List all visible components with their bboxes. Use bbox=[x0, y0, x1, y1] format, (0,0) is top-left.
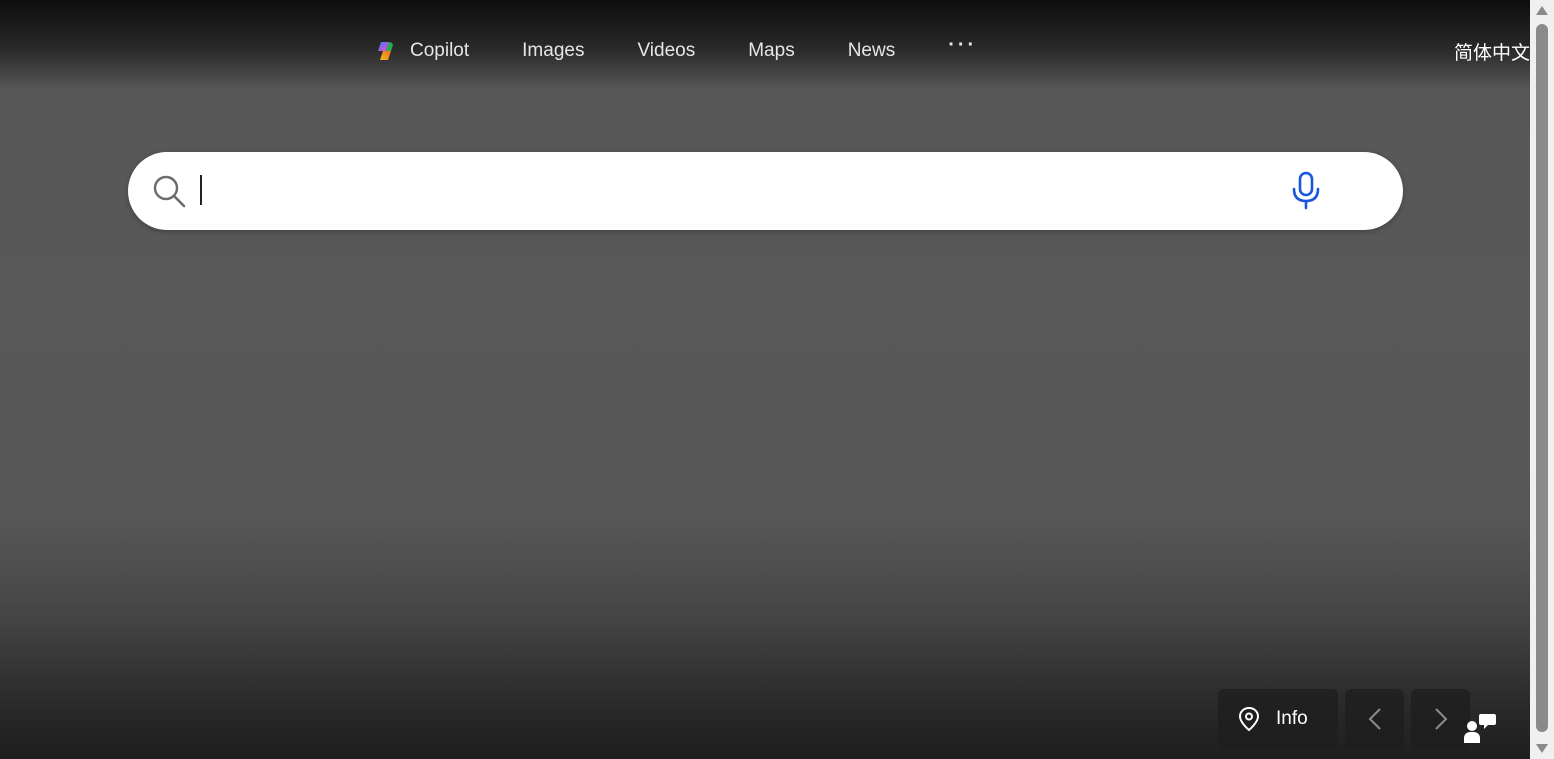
nav-videos-label: Videos bbox=[637, 40, 696, 61]
more-menu-button[interactable]: ··· bbox=[948, 34, 977, 57]
chevron-right-icon bbox=[1434, 708, 1447, 730]
vertical-scrollbar[interactable] bbox=[1530, 0, 1554, 759]
nav-copilot[interactable]: Copilot bbox=[374, 39, 469, 63]
next-image-button[interactable] bbox=[1411, 689, 1470, 749]
nav-maps[interactable]: Maps bbox=[748, 40, 794, 62]
feedback-icon[interactable] bbox=[1463, 712, 1497, 744]
nav-news[interactable]: News bbox=[848, 40, 896, 62]
location-pin-icon bbox=[1238, 706, 1260, 732]
top-nav: Copilot Images Videos Maps News ··· bbox=[374, 34, 977, 68]
scroll-up-arrow-icon[interactable] bbox=[1536, 6, 1548, 15]
nav-news-label: News bbox=[847, 40, 896, 61]
copilot-icon bbox=[378, 42, 393, 60]
search-box[interactable] bbox=[128, 152, 1403, 230]
nav-images[interactable]: Images bbox=[522, 40, 584, 62]
search-icon[interactable] bbox=[150, 172, 188, 210]
nav-maps-label: Maps bbox=[748, 40, 795, 61]
language-link[interactable]: 简体中文 bbox=[1454, 38, 1530, 65]
chevron-left-icon bbox=[1368, 708, 1381, 730]
nav-copilot-label: Copilot bbox=[410, 40, 470, 61]
info-button[interactable]: Info bbox=[1218, 689, 1338, 749]
scroll-down-arrow-icon[interactable] bbox=[1536, 744, 1548, 753]
scroll-thumb[interactable] bbox=[1536, 24, 1548, 732]
text-caret bbox=[200, 175, 202, 205]
search-input[interactable] bbox=[200, 171, 1284, 213]
previous-image-button[interactable] bbox=[1345, 689, 1404, 749]
background-image bbox=[0, 0, 1530, 759]
info-label: Info bbox=[1276, 708, 1308, 729]
microphone-icon[interactable] bbox=[1291, 171, 1321, 211]
nav-images-label: Images bbox=[522, 40, 585, 61]
nav-videos[interactable]: Videos bbox=[637, 40, 695, 62]
